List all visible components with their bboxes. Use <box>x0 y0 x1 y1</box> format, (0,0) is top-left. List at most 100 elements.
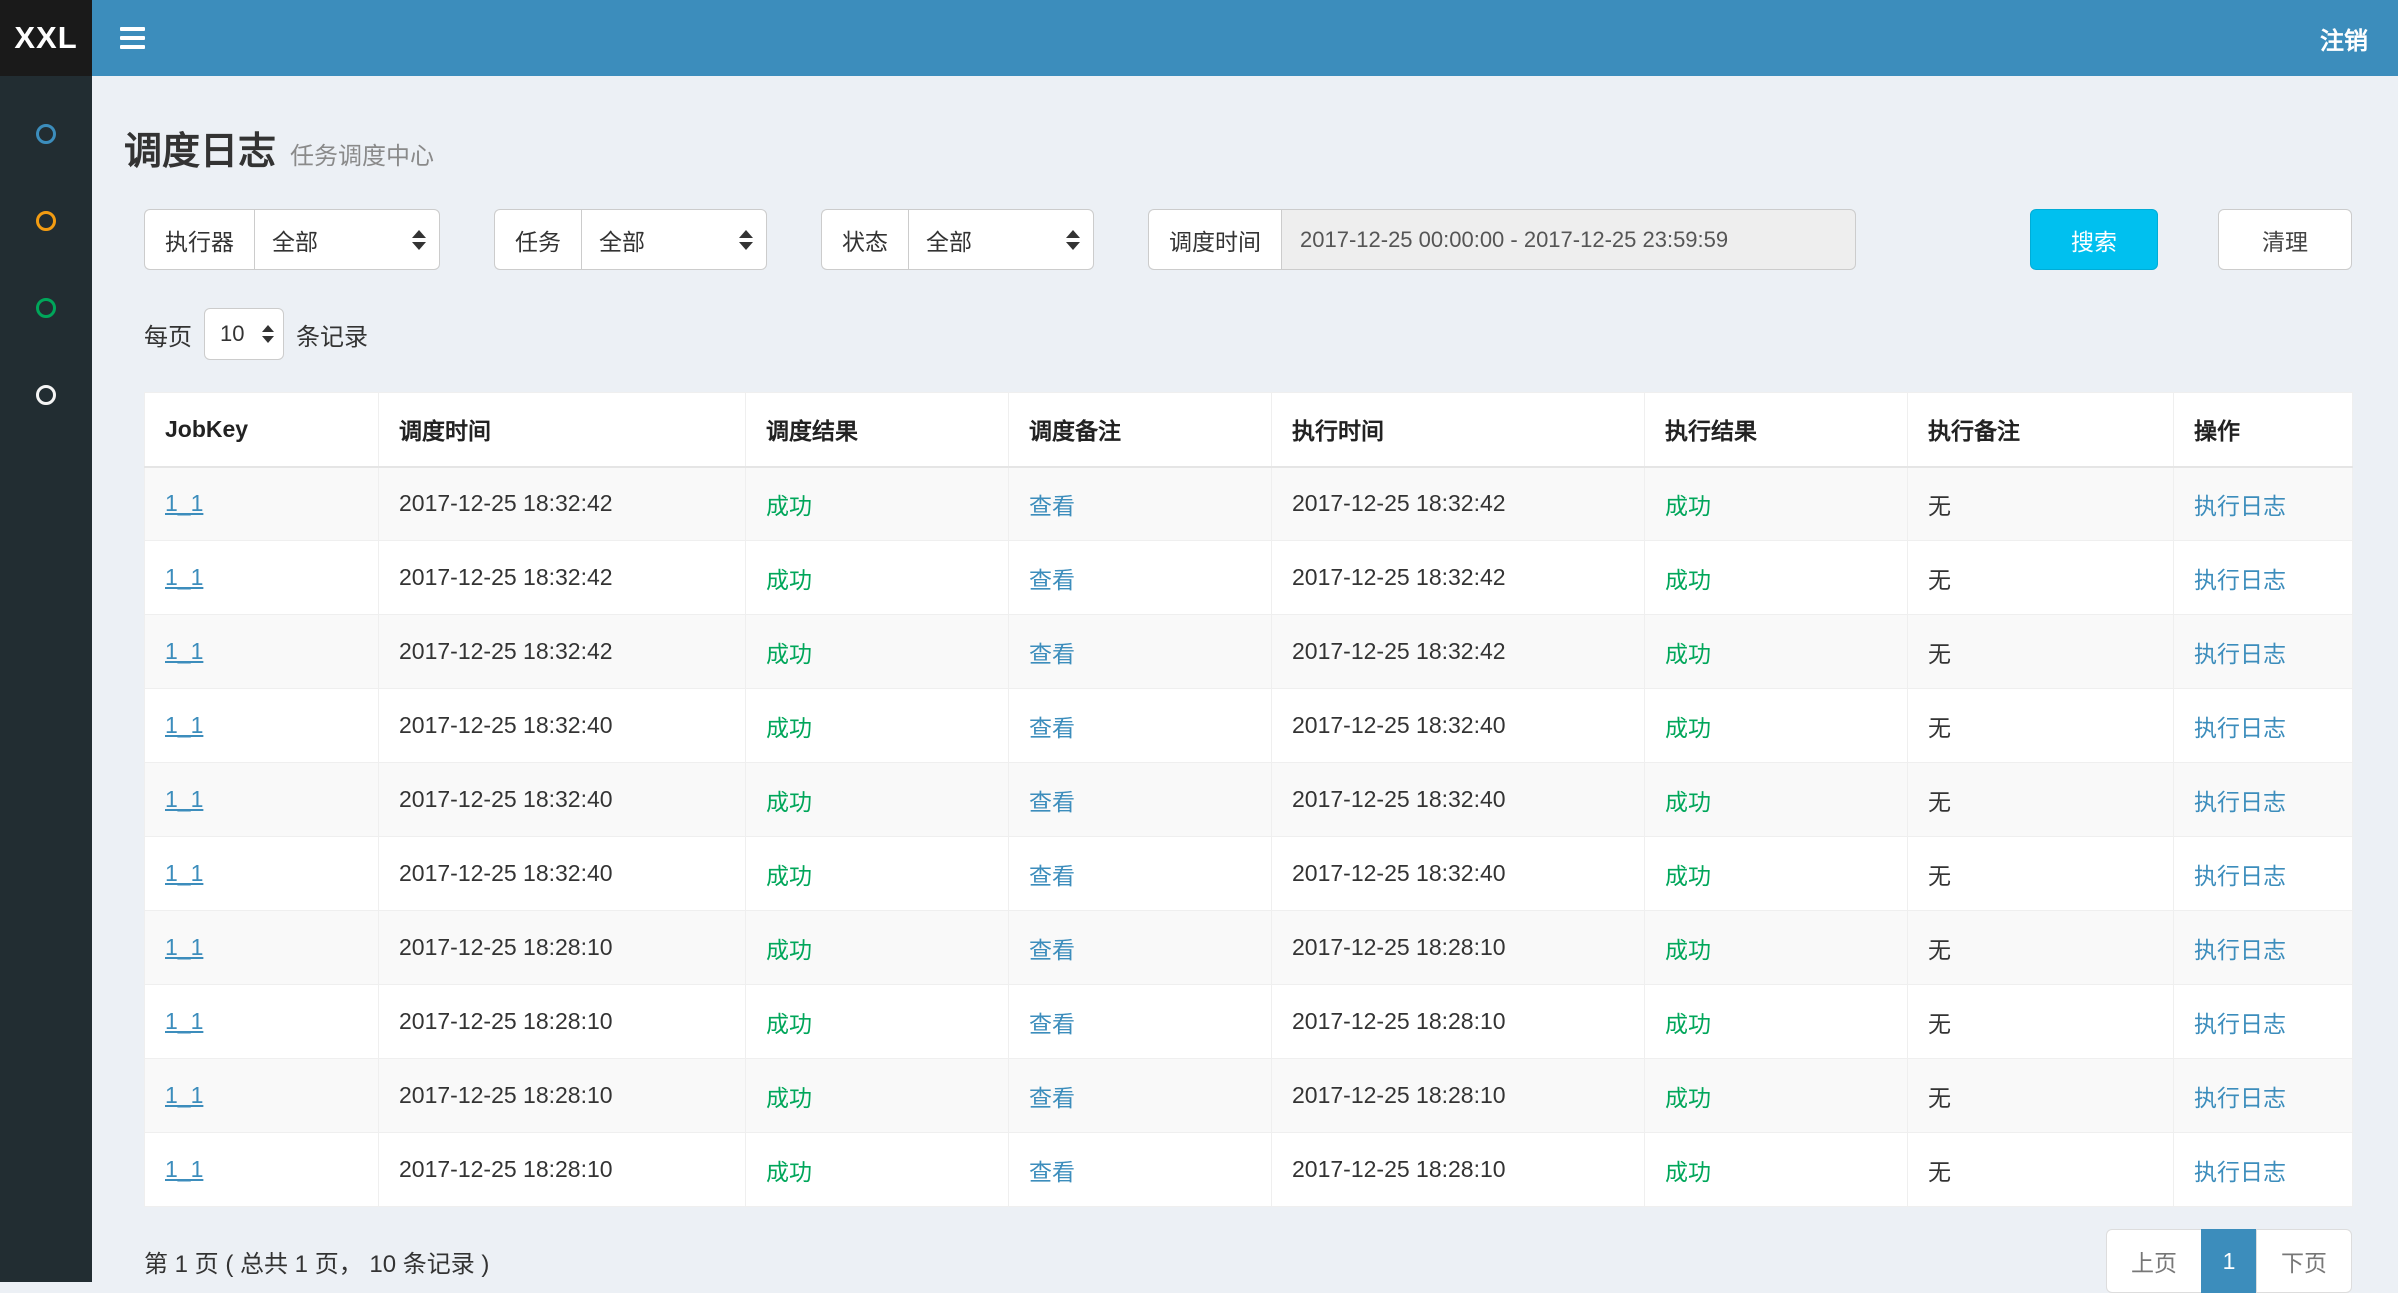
trigger-msg-cell: 查看 <box>1009 1059 1272 1133</box>
execution-log-link[interactable]: 执行日志 <box>2194 1085 2286 1111</box>
trigger-result-status: 成功 <box>766 715 812 741</box>
trigger-result-cell: 成功 <box>746 911 1009 985</box>
handle-msg-cell: 无 <box>1908 689 2174 763</box>
trigger-result-cell: 成功 <box>746 1059 1009 1133</box>
view-trigger-msg-link[interactable]: 查看 <box>1029 567 1075 593</box>
jobkey-cell: 1_1 <box>145 1059 379 1133</box>
trigger-time-filter-group: 调度时间 <box>1148 209 1856 270</box>
jobkey-cell: 1_1 <box>145 689 379 763</box>
trigger-time-cell: 2017-12-25 18:28:10 <box>379 911 746 985</box>
jobkey-cell: 1_1 <box>145 911 379 985</box>
handle-result-status: 成功 <box>1665 789 1711 815</box>
view-trigger-msg-link[interactable]: 查看 <box>1029 1159 1075 1185</box>
select-stepper-icon <box>739 230 753 250</box>
pagination-summary: 第 1 页 ( 总共 1 页， 10 条记录 ) <box>144 1244 489 1279</box>
trigger-time-cell: 2017-12-25 18:32:40 <box>379 763 746 837</box>
jobkey-link[interactable]: 1_1 <box>165 564 203 590</box>
execution-log-link[interactable]: 执行日志 <box>2194 1159 2286 1185</box>
menu-toggle-icon[interactable] <box>120 27 145 49</box>
page-header: 调度日志 任务调度中心 <box>92 76 2398 175</box>
handle-time-cell: 2017-12-25 18:28:10 <box>1272 985 1645 1059</box>
handle-result-cell: 成功 <box>1645 1059 1908 1133</box>
status-filter-select[interactable]: 全部 <box>908 209 1094 270</box>
trigger-result-cell: 成功 <box>746 763 1009 837</box>
job-filter-select[interactable]: 全部 <box>581 209 767 270</box>
page-size-select[interactable]: 10 <box>204 308 284 360</box>
sidebar-item-2[interactable] <box>0 177 92 264</box>
handle-time-cell: 2017-12-25 18:32:40 <box>1272 837 1645 911</box>
execution-log-link[interactable]: 执行日志 <box>2194 789 2286 815</box>
clear-button[interactable]: 清理 <box>2218 209 2352 270</box>
page-size-prefix-label: 每页 <box>144 317 192 352</box>
jobkey-link[interactable]: 1_1 <box>165 490 203 516</box>
trigger-msg-cell: 查看 <box>1009 1133 1272 1207</box>
trigger-time-range-input[interactable] <box>1281 209 1856 270</box>
executor-filter-select[interactable]: 全部 <box>254 209 440 270</box>
main-content: 调度日志 任务调度中心 执行器 全部 任务 全部 状态 全部 <box>92 76 2398 1282</box>
handle-result-cell: 成功 <box>1645 1133 1908 1207</box>
trigger-msg-cell: 查看 <box>1009 615 1272 689</box>
execution-log-link[interactable]: 执行日志 <box>2194 1011 2286 1037</box>
view-trigger-msg-link[interactable]: 查看 <box>1029 1011 1075 1037</box>
handle-result-status: 成功 <box>1665 1159 1711 1185</box>
jobkey-link[interactable]: 1_1 <box>165 1082 203 1108</box>
execution-log-link[interactable]: 执行日志 <box>2194 493 2286 519</box>
table-row: 1_1 2017-12-25 18:32:40 成功 查看 2017-12-25… <box>145 763 2353 837</box>
handle-result-status: 成功 <box>1665 567 1711 593</box>
handle-time-cell: 2017-12-25 18:32:42 <box>1272 541 1645 615</box>
status-filter-label: 状态 <box>821 209 908 270</box>
pagination-next-button[interactable]: 下页 <box>2256 1229 2352 1293</box>
execution-log-link[interactable]: 执行日志 <box>2194 567 2286 593</box>
handle-result-status: 成功 <box>1665 937 1711 963</box>
logout-link[interactable]: 注销 <box>2320 21 2368 56</box>
trigger-result-status: 成功 <box>766 937 812 963</box>
view-trigger-msg-link[interactable]: 查看 <box>1029 863 1075 889</box>
page-size-row: 每页 10 条记录 <box>144 308 2352 360</box>
trigger-msg-cell: 查看 <box>1009 985 1272 1059</box>
jobkey-link[interactable]: 1_1 <box>165 860 203 886</box>
trigger-result-status: 成功 <box>766 1011 812 1037</box>
view-trigger-msg-link[interactable]: 查看 <box>1029 641 1075 667</box>
handle-time-cell: 2017-12-25 18:28:10 <box>1272 1133 1645 1207</box>
job-filter-group: 任务 全部 <box>494 209 767 270</box>
view-trigger-msg-link[interactable]: 查看 <box>1029 715 1075 741</box>
handle-time-cell: 2017-12-25 18:32:42 <box>1272 467 1645 541</box>
select-stepper-icon <box>262 325 274 343</box>
action-cell: 执行日志 <box>2174 1059 2353 1133</box>
circle-outline-icon <box>36 124 56 144</box>
execution-log-link[interactable]: 执行日志 <box>2194 641 2286 667</box>
view-trigger-msg-link[interactable]: 查看 <box>1029 937 1075 963</box>
trigger-time-cell: 2017-12-25 18:28:10 <box>379 1059 746 1133</box>
jobkey-link[interactable]: 1_1 <box>165 934 203 960</box>
sidebar-item-3[interactable] <box>0 264 92 351</box>
execution-log-link[interactable]: 执行日志 <box>2194 715 2286 741</box>
table-body: 1_1 2017-12-25 18:32:42 成功 查看 2017-12-25… <box>145 467 2353 1207</box>
handle-time-cell: 2017-12-25 18:32:40 <box>1272 763 1645 837</box>
handle-result-cell: 成功 <box>1645 541 1908 615</box>
trigger-result-status: 成功 <box>766 493 812 519</box>
pagination-page-1-button[interactable]: 1 <box>2201 1229 2257 1293</box>
search-button[interactable]: 搜索 <box>2030 209 2158 270</box>
pagination-prev-button[interactable]: 上页 <box>2106 1229 2202 1293</box>
sidebar-item-4[interactable] <box>0 351 92 438</box>
status-filter-value: 全部 <box>926 223 972 257</box>
action-cell: 执行日志 <box>2174 985 2353 1059</box>
handle-result-cell: 成功 <box>1645 911 1908 985</box>
trigger-msg-cell: 查看 <box>1009 467 1272 541</box>
view-trigger-msg-link[interactable]: 查看 <box>1029 789 1075 815</box>
trigger-msg-cell: 查看 <box>1009 541 1272 615</box>
job-filter-value: 全部 <box>599 223 645 257</box>
jobkey-link[interactable]: 1_1 <box>165 638 203 664</box>
jobkey-link[interactable]: 1_1 <box>165 712 203 738</box>
jobkey-link[interactable]: 1_1 <box>165 1156 203 1182</box>
execution-log-link[interactable]: 执行日志 <box>2194 863 2286 889</box>
view-trigger-msg-link[interactable]: 查看 <box>1029 493 1075 519</box>
action-cell: 执行日志 <box>2174 911 2353 985</box>
action-cell: 执行日志 <box>2174 689 2353 763</box>
execution-log-link[interactable]: 执行日志 <box>2194 937 2286 963</box>
view-trigger-msg-link[interactable]: 查看 <box>1029 1085 1075 1111</box>
table-header-row: JobKey 调度时间 调度结果 调度备注 执行时间 执行结果 执行备注 操作 <box>145 393 2353 467</box>
sidebar-item-1[interactable] <box>0 90 92 177</box>
jobkey-link[interactable]: 1_1 <box>165 1008 203 1034</box>
jobkey-link[interactable]: 1_1 <box>165 786 203 812</box>
